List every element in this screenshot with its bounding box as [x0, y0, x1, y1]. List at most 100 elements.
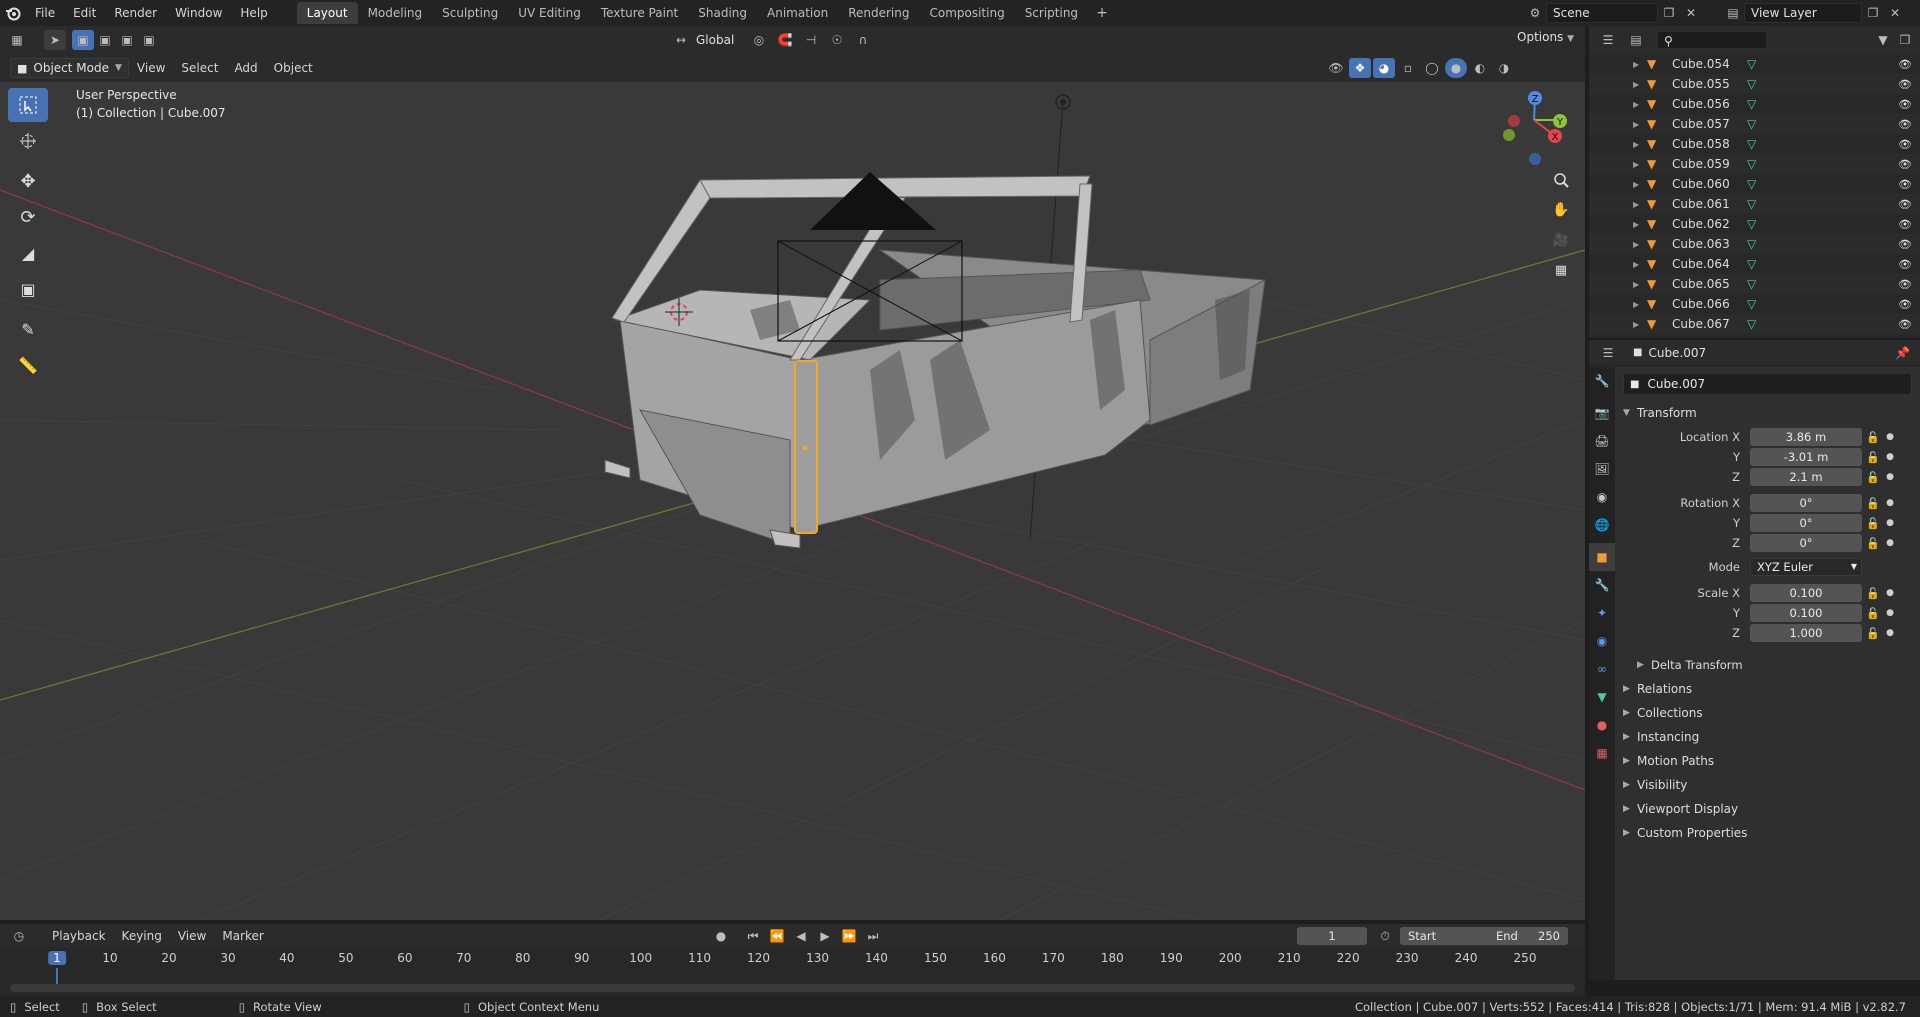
pan-hand-icon[interactable]: ✋ — [1547, 196, 1575, 224]
scale-x-field[interactable]: 0.100 — [1750, 584, 1862, 602]
mesh-data-icon[interactable]: ▽ — [1747, 277, 1756, 291]
mesh-data-icon[interactable]: ▽ — [1747, 177, 1756, 191]
new-collection-icon[interactable]: ❐ — [1894, 30, 1916, 50]
lock-icon[interactable]: 🔓 — [1862, 587, 1884, 600]
lock-icon[interactable]: 🔓 — [1862, 497, 1884, 510]
tab-layout[interactable]: Layout — [296, 2, 358, 24]
tab-uv-editing[interactable]: UV Editing — [508, 2, 591, 24]
mesh-data-icon[interactable]: ▽ — [1747, 77, 1756, 91]
editor-type-icon[interactable]: ▦ — [6, 30, 28, 50]
cursor-tool-icon[interactable] — [8, 124, 48, 158]
timeline-scrollbar[interactable] — [10, 984, 1575, 992]
location-z-field[interactable]: 2.1 m — [1750, 468, 1862, 486]
timeline-editor-icon[interactable]: ◷ — [8, 926, 30, 946]
mesh-data-icon[interactable]: ▽ — [1747, 317, 1756, 331]
tab-animation[interactable]: Animation — [757, 2, 838, 24]
annotate-tool-icon[interactable]: ✎ — [8, 312, 48, 346]
outliner-item[interactable]: ▶ ▼ Cube.057 ▽ 👁 — [1589, 114, 1920, 134]
lock-icon[interactable]: 🔓 — [1862, 451, 1884, 464]
eye-icon[interactable]: 👁 — [1898, 58, 1912, 71]
overlay-toggle-icon[interactable]: ◕ — [1373, 58, 1395, 78]
eye-icon[interactable]: 👁 — [1898, 238, 1912, 251]
material-tab-icon[interactable]: ● — [1589, 711, 1615, 739]
lock-icon[interactable]: 🔓 — [1862, 517, 1884, 530]
data-tab-icon[interactable]: ▼ — [1589, 683, 1615, 711]
camera-view-icon[interactable]: 🎥 — [1547, 226, 1575, 254]
jump-start-icon[interactable]: ⏮ — [742, 926, 764, 946]
select-mode-extend-icon[interactable]: ▣ — [94, 30, 116, 50]
keyframe-dot-icon[interactable]: ● — [1884, 588, 1896, 598]
solid-shading-icon[interactable]: ● — [1445, 58, 1467, 78]
scene-name-field[interactable]: Scene — [1546, 3, 1658, 23]
object-tab-icon[interactable]: ■ — [1589, 543, 1615, 571]
filter-icon[interactable]: ▼ — [1872, 30, 1894, 50]
keyframe-dot-icon[interactable]: ● — [1884, 518, 1896, 528]
menu-file[interactable]: File — [26, 0, 64, 26]
eye-icon[interactable]: 👁 — [1898, 278, 1912, 291]
view-layer-icon[interactable]: ▤ — [1722, 3, 1744, 23]
delta-transform-header[interactable]: ▶ Delta Transform — [1615, 653, 1920, 677]
outliner-item[interactable]: ▶ ▼ Cube.056 ▽ 👁 — [1589, 94, 1920, 114]
mesh-data-icon[interactable]: ▽ — [1747, 117, 1756, 131]
lock-icon[interactable]: 🔓 — [1862, 627, 1884, 640]
mesh-data-icon[interactable]: ▽ — [1747, 157, 1756, 171]
rotate-tool-icon[interactable]: ⟳ — [8, 200, 48, 234]
current-frame-field[interactable]: 1 — [1297, 927, 1367, 945]
modifier-tab-icon[interactable]: 🔧 — [1589, 571, 1615, 599]
viewport-menu-view[interactable]: View — [129, 61, 173, 75]
keyframe-dot-icon[interactable]: ● — [1884, 432, 1896, 442]
keyframe-dot-icon[interactable]: ● — [1884, 498, 1896, 508]
panel-header[interactable]: ▶ Instancing — [1615, 725, 1920, 749]
location-y-field[interactable]: -3.01 m — [1750, 448, 1862, 466]
play-reverse-icon[interactable]: ◀ — [790, 926, 812, 946]
wireframe-shading-icon[interactable]: ◯ — [1421, 58, 1443, 78]
select-cursor-icon[interactable]: ➤ — [44, 30, 66, 50]
eye-icon[interactable]: 👁 — [1898, 218, 1912, 231]
snap-icon[interactable]: 🧲 — [774, 30, 796, 50]
lock-icon[interactable]: 🔓 — [1862, 537, 1884, 550]
panel-header[interactable]: ▶ Custom Properties — [1615, 821, 1920, 845]
timeline-menu-keying[interactable]: Keying — [114, 929, 170, 943]
timeline-menu-view[interactable]: View — [170, 929, 214, 943]
expand-caret-icon[interactable]: ▶ — [1633, 120, 1639, 129]
keyframe-dot-icon[interactable]: ● — [1884, 452, 1896, 462]
outliner-item[interactable]: ▶ ▼ Cube.054 ▽ 👁 — [1589, 54, 1920, 74]
keyframe-dot-icon[interactable]: ● — [1884, 608, 1896, 618]
eye-icon[interactable]: 👁 — [1898, 98, 1912, 111]
eye-icon[interactable]: 👁 — [1898, 118, 1912, 131]
falloff-icon[interactable]: ∩ — [852, 30, 874, 50]
tab-texture-paint[interactable]: Texture Paint — [591, 2, 688, 24]
outliner-item[interactable]: ▶ ▼ Cube.064 ▽ 👁 — [1589, 254, 1920, 274]
expand-caret-icon[interactable]: ▶ — [1633, 240, 1639, 249]
lock-icon[interactable]: 🔓 — [1862, 431, 1884, 444]
outliner-editor-icon[interactable]: ☰ — [1597, 30, 1619, 50]
rendered-shading-icon[interactable]: ◑ — [1493, 58, 1515, 78]
grid-perspective-icon[interactable]: ▦ — [1547, 256, 1575, 284]
properties-editor-icon[interactable]: ☰ — [1597, 343, 1619, 363]
timeline-menu-playback[interactable]: Playback — [44, 929, 114, 943]
new-scene-icon[interactable]: ❐ — [1658, 3, 1680, 23]
options-dropdown[interactable]: Options ▼ — [1517, 30, 1574, 44]
xray-icon[interactable]: ▫ — [1397, 58, 1419, 78]
select-box-tool-icon[interactable] — [8, 88, 48, 122]
panel-header[interactable]: ▶ Visibility — [1615, 773, 1920, 797]
object-mode-dropdown[interactable]: ■ Object Mode ▼ — [10, 58, 129, 78]
pin-icon[interactable]: 📌 — [1895, 346, 1910, 360]
visibility-icon[interactable]: 👁 — [1325, 58, 1347, 78]
timeline-menu-marker[interactable]: Marker — [214, 929, 271, 943]
display-mode-icon[interactable]: ▤ — [1625, 30, 1647, 50]
expand-caret-icon[interactable]: ▶ — [1633, 260, 1639, 269]
gizmo-toggle-icon[interactable]: ❖ — [1349, 58, 1371, 78]
delete-view-layer-icon[interactable]: ✕ — [1884, 3, 1906, 23]
play-icon[interactable]: ▶ — [814, 926, 836, 946]
eye-icon[interactable]: 👁 — [1898, 298, 1912, 311]
proportional-edit-icon[interactable]: ☉ — [826, 30, 848, 50]
panel-header[interactable]: ▶ Collections — [1615, 701, 1920, 725]
stopwatch-icon[interactable]: ⏱ — [1374, 926, 1396, 946]
tab-scripting[interactable]: Scripting — [1015, 2, 1088, 24]
view-layer-field[interactable]: View Layer — [1744, 3, 1862, 23]
3d-viewport[interactable]: Z Y X User Perspective (1) Collection | … — [0, 82, 1585, 920]
mesh-data-icon[interactable]: ▽ — [1747, 257, 1756, 271]
physics-tab-icon[interactable]: ◉ — [1589, 627, 1615, 655]
move-tool-icon[interactable]: ✥ — [8, 164, 48, 198]
